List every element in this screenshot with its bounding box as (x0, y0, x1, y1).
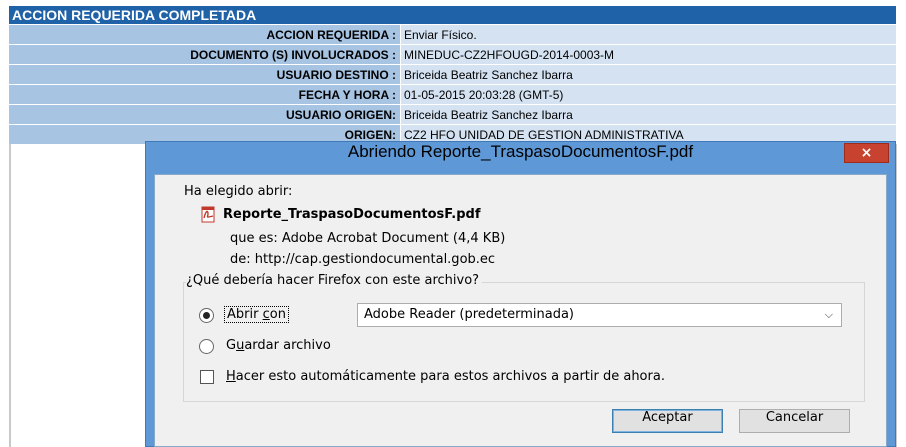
row-value: MINEDUC-CZ2HFOUGD-2014-0003-M (400, 45, 896, 64)
row-value: Briceida Beatriz Sanchez Ibarra (400, 65, 896, 84)
open-with-radio[interactable] (199, 308, 214, 323)
auto-action-accel: H (226, 369, 236, 384)
action-group: ¿Qué debería hacer Firefox con este arch… (183, 273, 865, 402)
row-label: FECHA Y HORA : (9, 85, 400, 104)
row-label: ACCION REQUERIDA : (9, 25, 400, 44)
row-label: DOCUMENTO (S) INVOLUCRADOS : (9, 45, 400, 64)
chevron-down-icon: ⌵ (824, 308, 833, 321)
open-with-accel: c (262, 307, 270, 322)
table-header: ACCION REQUERIDA COMPLETADA (9, 6, 896, 25)
open-with-text-end: on (269, 307, 286, 322)
dialog-body: Ha elegido abrir: Reporte_TraspasoDocume… (154, 174, 887, 447)
row-value: Briceida Beatriz Sanchez Ibarra (400, 105, 896, 124)
auto-action-text: acer esto automáticamente para estos arc… (235, 369, 665, 384)
open-with-focus: Abrir con (224, 306, 289, 323)
save-file-label[interactable]: Guardar archivo (226, 338, 331, 353)
application-select-value: Adobe Reader (predeterminada) (364, 307, 575, 322)
file-source-line: de: http://cap.gestiondocumental.gob.ec (230, 252, 496, 267)
save-file-text: G (226, 338, 237, 353)
page-border-left (9, 144, 11, 447)
auto-action-checkbox[interactable] (200, 370, 214, 384)
action-question: ¿Qué debería hacer Firefox con este arch… (186, 273, 483, 288)
auto-action-label[interactable]: Hacer esto automáticamente para estos ar… (226, 369, 665, 384)
file-name: Reporte_TraspasoDocumentosF.pdf (223, 207, 481, 222)
ok-button[interactable]: Aceptar (612, 409, 723, 433)
action-info-table: ACCION REQUERIDA COMPLETADA ACCION REQUE… (9, 6, 896, 145)
open-file-dialog: Abriendo Reporte_TraspasoDocumentosF.pdf… (145, 141, 896, 447)
pdf-icon (200, 206, 217, 223)
table-row: USUARIO DESTINO : Briceida Beatriz Sanch… (9, 65, 896, 85)
table-row: USUARIO ORIGEN: Briceida Beatriz Sanchez… (9, 105, 896, 125)
table-row: ACCION REQUERIDA : Enviar Físico. (9, 25, 896, 45)
save-file-radio[interactable] (199, 339, 214, 354)
application-select[interactable]: Adobe Reader (predeterminada) ⌵ (357, 303, 842, 327)
file-type-line: que es: Adobe Acrobat Document (4,4 KB) (230, 231, 506, 246)
table-row: DOCUMENTO (S) INVOLUCRADOS : MINEDUC-CZ2… (9, 45, 896, 65)
row-value: 01-05-2015 20:03:28 (GMT-5) (400, 85, 896, 104)
close-icon: × (860, 145, 873, 161)
dialog-title: Abriendo Reporte_TraspasoDocumentosF.pdf (347, 142, 694, 161)
open-with-text: Abrir (227, 307, 263, 322)
dialog-titlebar[interactable]: Abriendo Reporte_TraspasoDocumentosF.pdf… (146, 142, 895, 174)
open-with-label[interactable]: Abrir con (224, 306, 289, 323)
cancel-button[interactable]: Cancelar (739, 409, 850, 433)
save-file-text-end: ardar archivo (244, 338, 331, 353)
row-label: USUARIO DESTINO : (9, 65, 400, 84)
row-value: Enviar Físico. (400, 25, 896, 44)
table-row: FECHA Y HORA : 01-05-2015 20:03:28 (GMT-… (9, 85, 896, 105)
row-label: USUARIO ORIGEN: (9, 105, 400, 124)
chosen-label: Ha elegido abrir: (184, 184, 293, 199)
close-button[interactable]: × (844, 143, 889, 163)
file-row: Reporte_TraspasoDocumentosF.pdf (200, 206, 480, 223)
